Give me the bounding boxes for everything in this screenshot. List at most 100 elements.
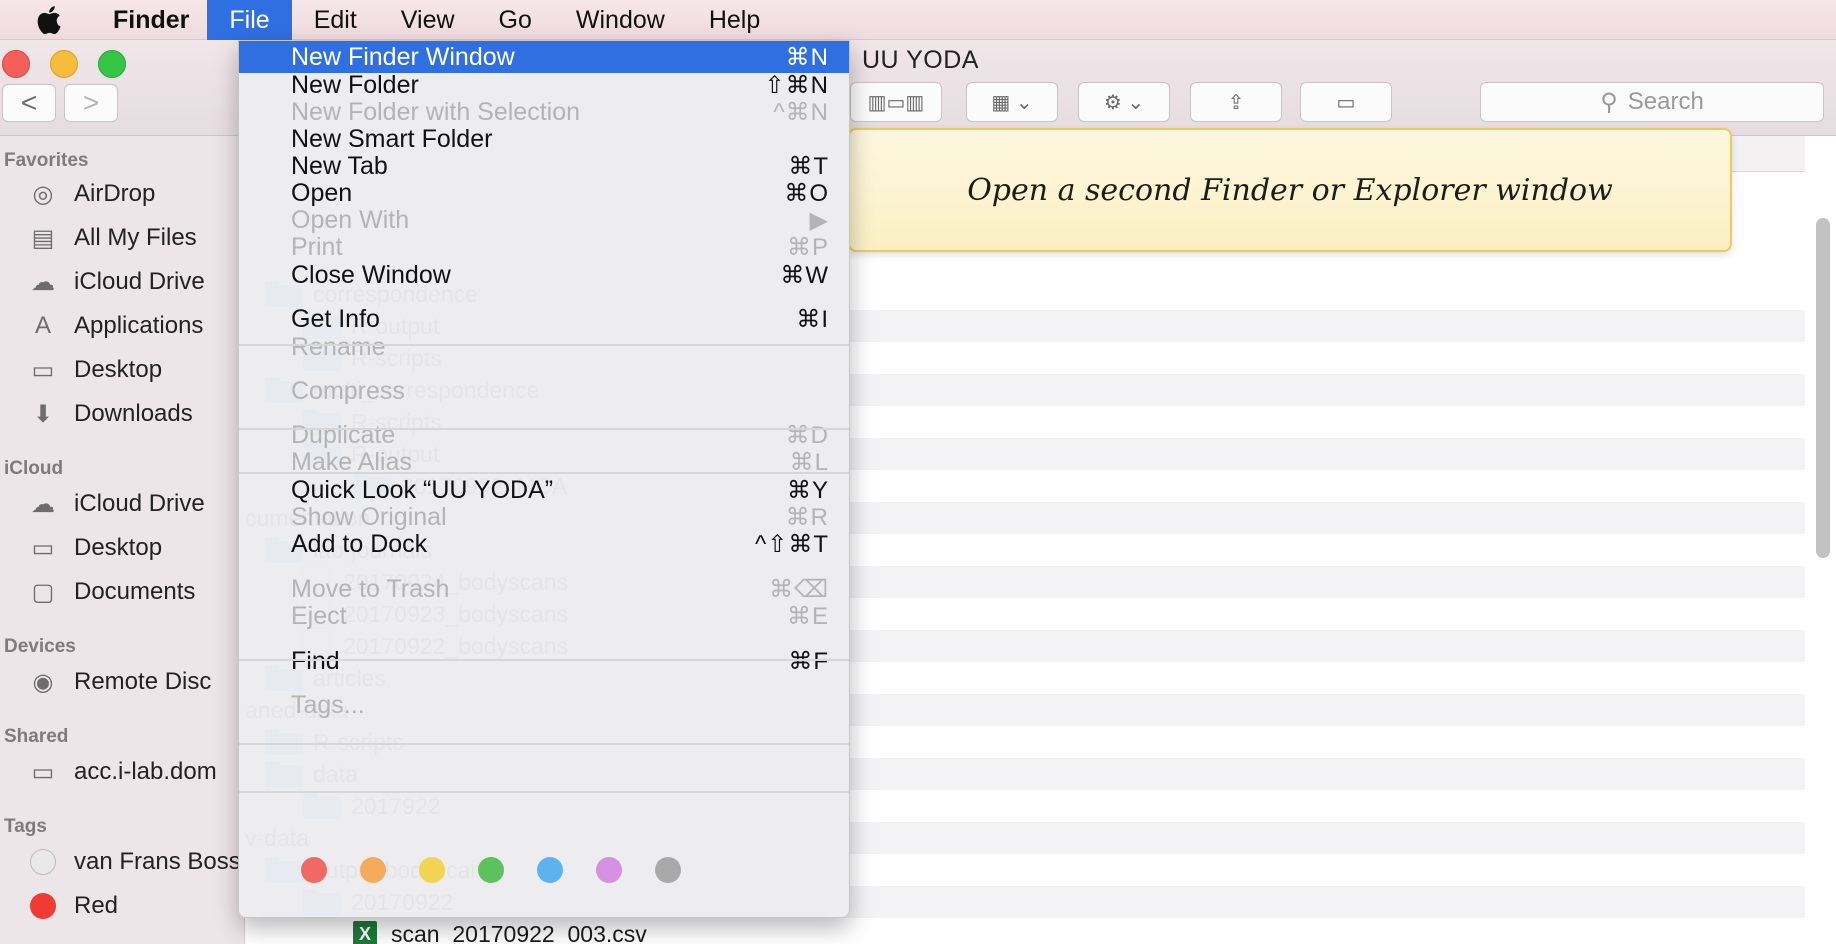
menu-item-shortcut: ⌘F bbox=[788, 647, 829, 675]
menu-separator bbox=[239, 472, 849, 474]
sidebar-item-label: Desktop bbox=[74, 534, 163, 561]
sidebar-item-label: acc.i-lab.dom bbox=[74, 758, 217, 785]
menu-help[interactable]: Help bbox=[687, 0, 782, 40]
tag-color-dot[interactable] bbox=[596, 857, 622, 883]
sidebar-item-label: Remote Disc bbox=[74, 668, 212, 695]
menu-item-tags: Tags... bbox=[239, 689, 849, 721]
sidebar-item-shared-server[interactable]: ▭ acc.i-lab.dom bbox=[24, 752, 244, 792]
grid-icon: ▦ ⌄ bbox=[991, 91, 1033, 114]
arrange-button[interactable]: ▦ ⌄ bbox=[966, 82, 1058, 122]
tag-color-dot[interactable] bbox=[419, 857, 445, 883]
menu-item-shortcut: ⌘P bbox=[786, 233, 829, 261]
window-title: UU YODA bbox=[862, 46, 979, 74]
callout-annotation: Open a second Finder or Explorer window bbox=[848, 128, 1732, 252]
tag-icon: ▭ bbox=[1336, 91, 1356, 114]
spreadsheet-icon: X bbox=[353, 921, 377, 944]
all-files-icon: ▤ bbox=[31, 224, 55, 252]
sidebar-item-label: Applications bbox=[74, 312, 204, 339]
action-button[interactable]: ⚙ ⌄ bbox=[1078, 82, 1170, 122]
tags-button[interactable]: ▭ bbox=[1300, 82, 1392, 122]
list-item[interactable]: Xscan_20170922_003.csv bbox=[245, 918, 1805, 944]
gear-icon: ⚙ ⌄ bbox=[1103, 91, 1145, 114]
tag-color-dot[interactable] bbox=[301, 857, 327, 883]
tag-color-dot[interactable] bbox=[537, 857, 563, 883]
sidebar-item-label: iCloud Drive bbox=[74, 490, 205, 517]
menu-file[interactable]: File bbox=[207, 0, 292, 40]
desktop-icon: ▭ bbox=[31, 534, 55, 562]
close-window-button[interactable] bbox=[2, 50, 30, 78]
menu-item-label: Print bbox=[291, 232, 343, 261]
sidebar-item-label: Documents bbox=[74, 578, 196, 605]
minimize-window-button[interactable] bbox=[50, 50, 78, 78]
share-button[interactable]: ⇪ bbox=[1190, 82, 1282, 122]
tag-color-dot[interactable] bbox=[655, 857, 681, 883]
coverflow-view-button[interactable]: ▥▭▥ bbox=[850, 82, 942, 122]
menu-view[interactable]: View bbox=[379, 0, 477, 40]
sidebar: Favorites ◎ AirDrop ▤ All My Files ☁ iCl… bbox=[0, 136, 245, 944]
zoom-window-button[interactable] bbox=[98, 50, 126, 78]
sidebar-item-applications[interactable]: A Applications bbox=[24, 306, 244, 346]
sidebar-item-documents[interactable]: ▢ Documents bbox=[24, 572, 244, 612]
sidebar-item-downloads[interactable]: ⬇ Downloads bbox=[24, 394, 244, 434]
apple-menu-icon[interactable] bbox=[0, 4, 95, 36]
sidebar-item-label: van Frans Boss bbox=[74, 848, 241, 875]
menu-finder[interactable]: Finder bbox=[95, 0, 207, 40]
sidebar-item-label: Red bbox=[74, 892, 119, 919]
menu-item-label: Eject bbox=[291, 601, 347, 630]
menu-item-add-to-dock[interactable]: Add to Dock ^⇧⌘T bbox=[239, 528, 849, 560]
menu-item-label: New Finder Window bbox=[291, 42, 515, 71]
back-button[interactable]: < bbox=[2, 84, 56, 122]
tag-color-dot[interactable] bbox=[360, 857, 386, 883]
search-field[interactable]: ⚲ Search bbox=[1480, 82, 1824, 122]
menu-item-shortcut: ⌘N bbox=[785, 43, 829, 71]
sidebar-item-remote-disc[interactable]: ◉ Remote Disc bbox=[24, 662, 244, 702]
menu-item-shortcut: ⌘W bbox=[780, 261, 829, 289]
sidebar-item-icloud-drive[interactable]: ☁ iCloud Drive bbox=[24, 262, 244, 302]
sidebar-header-shared: Shared bbox=[4, 726, 69, 747]
menu-item-close-window[interactable]: Close Window ⌘W bbox=[239, 259, 849, 291]
sidebar-item-airdrop[interactable]: ◎ AirDrop bbox=[24, 174, 244, 214]
share-icon: ⇪ bbox=[1227, 91, 1245, 114]
download-icon: ⬇ bbox=[32, 400, 54, 428]
vertical-scrollbar[interactable] bbox=[1816, 218, 1830, 558]
chevron-right-icon: > bbox=[82, 87, 100, 118]
menu-item-shortcut: ^⇧⌘T bbox=[754, 530, 829, 558]
sidebar-item-all-my-files[interactable]: ▤ All My Files bbox=[24, 218, 244, 258]
tag-dot-icon bbox=[30, 849, 56, 875]
menu-go[interactable]: Go bbox=[477, 0, 554, 40]
sidebar-item-label: iCloud Drive bbox=[74, 268, 205, 295]
search-icon: ⚲ bbox=[1600, 88, 1618, 116]
sidebar-item-label: All My Files bbox=[74, 224, 197, 251]
menu-item-label: Close Window bbox=[291, 260, 451, 289]
file-name: scan_20170922_003.csv bbox=[391, 920, 647, 944]
menu-separator bbox=[239, 659, 849, 661]
file-menu-dropdown: New Finder Window ⌘N New Folder ⇧⌘N New Fold… bbox=[238, 40, 850, 918]
menu-item-find[interactable]: Find ⌘F bbox=[239, 645, 849, 677]
sidebar-item-icloud-drive-2[interactable]: ☁ iCloud Drive bbox=[24, 484, 244, 524]
menu-separator bbox=[239, 344, 849, 346]
menu-separator bbox=[239, 791, 849, 793]
forward-button[interactable]: > bbox=[64, 84, 118, 122]
sidebar-header-icloud: iCloud bbox=[4, 458, 64, 479]
sidebar-item-label: AirDrop bbox=[74, 180, 156, 207]
menu-item-label: Get Info bbox=[291, 304, 380, 333]
sidebar-item-icloud-desktop[interactable]: ▭ Desktop bbox=[24, 528, 244, 568]
menu-window[interactable]: Window bbox=[554, 0, 687, 40]
applications-icon: A bbox=[34, 312, 51, 339]
menu-separator bbox=[239, 428, 849, 430]
sidebar-item-tag-van-frans[interactable]: van Frans Boss bbox=[24, 842, 244, 882]
menu-item-label: Compress bbox=[291, 376, 405, 405]
sidebar-item-tag-red[interactable]: Red bbox=[24, 886, 244, 926]
cloud-icon: ☁ bbox=[31, 268, 55, 296]
menu-edit[interactable]: Edit bbox=[292, 0, 379, 40]
tag-color-dot[interactable] bbox=[478, 857, 504, 883]
monitor-icon: ▭ bbox=[31, 758, 55, 786]
sidebar-header-devices: Devices bbox=[4, 636, 76, 657]
sidebar-item-desktop[interactable]: ▭ Desktop bbox=[24, 350, 244, 390]
menu-item-label: Tags... bbox=[291, 690, 365, 719]
search-placeholder: Search bbox=[1627, 88, 1704, 115]
menu-separator bbox=[239, 743, 849, 745]
sidebar-item-label: Desktop bbox=[74, 356, 163, 383]
menu-item-eject: Eject ⌘E bbox=[239, 600, 849, 632]
sidebar-item-label: Downloads bbox=[74, 400, 193, 427]
